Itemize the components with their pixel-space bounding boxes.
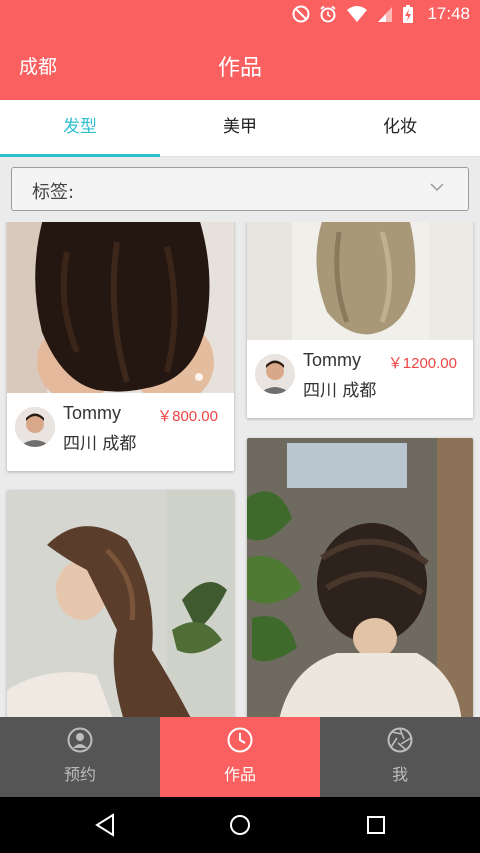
hairstyle-photo <box>247 438 473 717</box>
wifi-icon <box>347 6 368 22</box>
tab-nails[interactable]: 美甲 <box>160 100 320 156</box>
works-feed[interactable]: Tommy ￥800.00 四川 成都 Tommy ￥1200.00 四川 成都 <box>0 222 480 717</box>
home-icon[interactable] <box>229 813 251 837</box>
category-tabs: 发型 美甲 化妆 <box>0 100 480 157</box>
tag-filter-dropdown[interactable]: 标签: <box>11 167 469 211</box>
status-time: 17:48 <box>427 4 470 23</box>
do-not-disturb-icon <box>292 5 310 23</box>
price-label: ￥1200.00 <box>387 355 457 372</box>
alarm-icon <box>320 5 337 23</box>
recents-icon[interactable] <box>365 813 387 837</box>
hairstyle-photo <box>7 490 234 717</box>
page-title: 作品 <box>217 56 262 81</box>
avatar[interactable] <box>15 407 55 447</box>
hairstyle-photo <box>7 222 234 394</box>
status-bar: 17:48 <box>0 0 480 30</box>
person-icon <box>67 727 93 753</box>
app-header-bar: 17:48 成都 作品 <box>0 0 480 100</box>
bottom-navigation: 预约 作品 我 <box>0 717 480 797</box>
work-card-info: Tommy ￥800.00 四川 成都 <box>7 393 234 471</box>
chevron-down-icon <box>430 183 444 192</box>
work-card[interactable]: Tommy ￥1200.00 四川 成都 <box>247 222 473 418</box>
hairstyle-photo <box>247 222 473 340</box>
work-card[interactable]: Tommy ￥800.00 四川 成都 <box>7 222 234 471</box>
battery-charging-icon <box>403 5 414 23</box>
work-card[interactable] <box>247 438 473 717</box>
stylist-name: Tommy <box>63 403 121 423</box>
price-label: ￥800.00 <box>157 408 218 425</box>
title-bar: 成都 作品 <box>0 30 480 100</box>
location-label: 四川 成都 <box>63 434 137 454</box>
work-card-info: Tommy ￥1200.00 四川 成都 <box>247 340 473 418</box>
nav-item-works[interactable]: 作品 <box>160 717 320 797</box>
aperture-icon <box>387 727 413 753</box>
nav-label: 我 <box>391 765 408 784</box>
system-navigation-bar <box>0 797 480 853</box>
nav-item-booking[interactable]: 预约 <box>0 717 160 797</box>
nav-item-me[interactable]: 我 <box>320 717 480 797</box>
nav-label: 预约 <box>63 765 96 784</box>
tab-makeup[interactable]: 化妆 <box>320 100 480 156</box>
tag-filter-label: 标签: <box>32 182 75 203</box>
back-icon[interactable] <box>94 813 116 837</box>
location-label: 四川 成都 <box>303 381 377 401</box>
nav-label: 作品 <box>223 765 256 784</box>
stylist-name: Tommy <box>303 350 361 370</box>
signal-icon <box>378 7 393 22</box>
clock-icon <box>227 727 253 753</box>
work-card[interactable] <box>7 490 234 717</box>
tab-hair[interactable]: 发型 <box>0 100 160 157</box>
avatar[interactable] <box>255 354 295 394</box>
